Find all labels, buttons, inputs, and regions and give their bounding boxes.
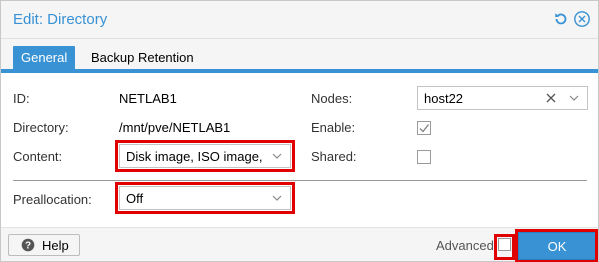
edit-directory-dialog: Edit: Directory General Backup Retention… <box>0 0 599 262</box>
dialog-titlebar: Edit: Directory <box>1 1 598 39</box>
reset-icon[interactable] <box>552 10 570 28</box>
directory-label: Directory: <box>13 120 69 135</box>
preallocation-combobox-value: Off <box>126 191 144 206</box>
general-form: ID: NETLAB1 Directory: /mnt/pve/NETLAB1 … <box>1 77 598 227</box>
shared-label: Shared: <box>311 149 357 164</box>
close-icon[interactable] <box>573 10 591 28</box>
help-button-label: Help <box>42 238 69 253</box>
nodes-combobox-value: host22 <box>424 91 464 106</box>
enable-label: Enable: <box>311 120 356 135</box>
nodes-combobox[interactable]: host22 <box>417 86 588 110</box>
preallocation-combobox[interactable]: Off <box>119 186 291 210</box>
chevron-down-icon[interactable] <box>568 91 580 105</box>
question-circle-icon: ? <box>21 238 35 252</box>
content-combobox[interactable]: Disk image, ISO image, <box>119 144 291 168</box>
dialog-title: Edit: Directory <box>13 11 108 28</box>
dialog-footer: ? Help Advanced OK <box>1 227 598 262</box>
svg-text:?: ? <box>25 241 31 252</box>
chevron-down-icon[interactable] <box>271 191 283 205</box>
content-combobox-value: Disk image, ISO image, <box>126 149 263 164</box>
tab-bar: General Backup Retention <box>1 39 598 73</box>
advanced-label: Advanced <box>436 238 494 253</box>
help-button[interactable]: ? Help <box>8 234 80 256</box>
advanced-checkbox[interactable] <box>498 238 511 251</box>
tab-general[interactable]: General <box>13 46 76 70</box>
clear-icon[interactable] <box>545 91 557 105</box>
preallocation-label: Preallocation: <box>13 192 92 207</box>
enable-checkbox[interactable] <box>417 121 431 135</box>
ok-button[interactable]: OK <box>518 232 596 260</box>
chevron-down-icon[interactable] <box>271 149 283 163</box>
id-value: NETLAB1 <box>119 91 177 106</box>
form-divider <box>13 180 587 181</box>
id-label: ID: <box>13 91 30 106</box>
content-label: Content: <box>13 149 63 164</box>
nodes-label: Nodes: <box>311 91 353 106</box>
checkmark-icon <box>419 124 430 133</box>
ok-button-label: OK <box>547 239 567 254</box>
directory-value: /mnt/pve/NETLAB1 <box>119 120 231 135</box>
shared-checkbox[interactable] <box>417 150 431 164</box>
tab-backup-retention[interactable]: Backup Retention <box>83 46 202 70</box>
